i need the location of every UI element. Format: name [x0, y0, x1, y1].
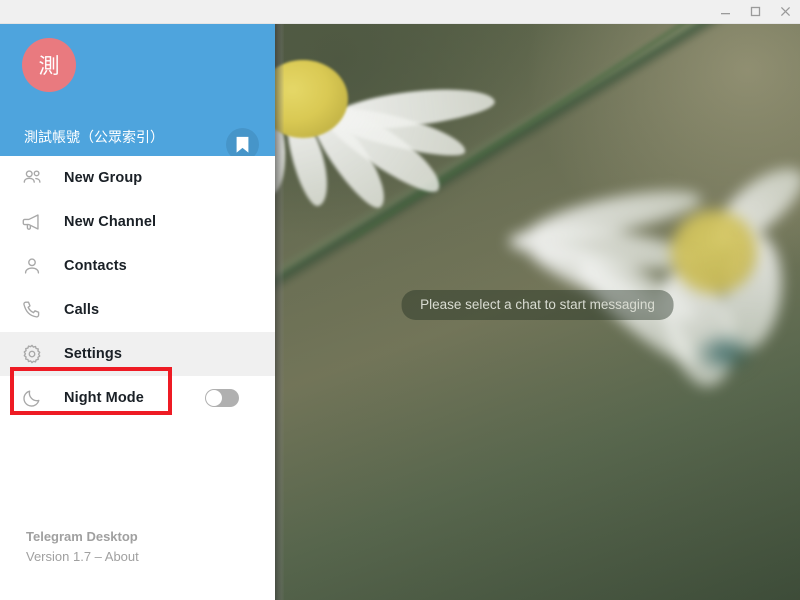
minimize-icon[interactable]	[710, 0, 740, 23]
telegram-desktop-window: Please select a chat to start messaging …	[0, 0, 800, 600]
close-icon[interactable]	[770, 0, 800, 23]
avatar[interactable]: 測	[22, 38, 76, 92]
person-icon	[0, 255, 64, 277]
account-name: 測試帳號（公眾索引）	[24, 130, 164, 146]
sidebar-item-label: New Group	[64, 170, 143, 186]
sidebar-item-night-mode[interactable]: Night Mode	[0, 376, 275, 420]
sidebar-item-new-group[interactable]: New Group	[0, 156, 275, 200]
sidebar-item-label: Contacts	[64, 258, 127, 274]
sidebar-item-contacts[interactable]: Contacts	[0, 244, 275, 288]
chat-area: Please select a chat to start messaging	[275, 24, 800, 600]
sidebar-shadow	[275, 24, 284, 600]
sidebar-menu-list: New Group New Channel Contacts Calls Set…	[0, 156, 275, 420]
window-titlebar	[0, 0, 800, 24]
version-about-link[interactable]: Version 1.7 – About	[26, 547, 139, 567]
toggle-knob	[206, 390, 222, 406]
sidebar-item-settings[interactable]: Settings	[0, 332, 275, 376]
sidebar-item-new-channel[interactable]: New Channel	[0, 200, 275, 244]
empty-chat-message: Please select a chat to start messaging	[401, 290, 674, 320]
sidebar-item-label: Settings	[64, 346, 122, 362]
maximize-icon[interactable]	[740, 0, 770, 23]
sidebar-footer: Telegram Desktop Version 1.7 – About	[26, 527, 139, 567]
sidebar-item-label: Night Mode	[64, 390, 144, 406]
bookmark-icon	[235, 136, 250, 154]
sidebar-account-header: 測 測試帳號（公眾索引）	[0, 24, 275, 156]
sidebar-item-calls[interactable]: Calls	[0, 288, 275, 332]
sidebar-item-label: Calls	[64, 302, 100, 318]
night-mode-toggle[interactable]	[205, 389, 239, 407]
main-menu-sidebar: 測 測試帳號（公眾索引） New Group New Channel Conta…	[0, 24, 275, 600]
window-body: Please select a chat to start messaging …	[0, 24, 800, 600]
sidebar-item-label: New Channel	[64, 214, 157, 230]
people-icon	[0, 167, 64, 189]
saved-messages-button[interactable]	[226, 128, 259, 156]
gear-icon	[0, 343, 64, 365]
phone-icon	[0, 299, 64, 321]
moon-icon	[0, 387, 64, 409]
app-name-label: Telegram Desktop	[26, 528, 138, 544]
megaphone-icon	[0, 211, 64, 233]
